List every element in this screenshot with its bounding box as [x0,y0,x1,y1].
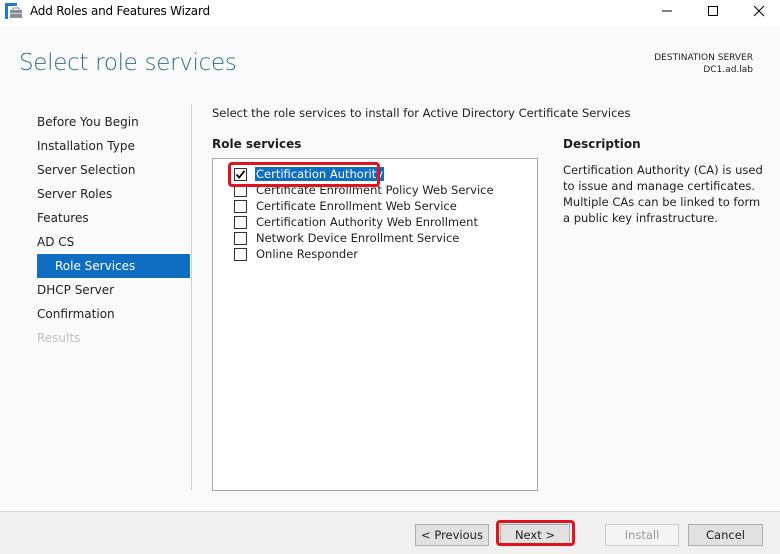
destination-server-label: DESTINATION SERVER [654,53,753,63]
role-service-network-device-enrollment[interactable]: Network Device Enrollment Service [234,230,460,246]
wizard-app-icon [5,3,23,19]
maximize-button[interactable] [690,0,736,24]
checkbox-ca-web-enrollment[interactable] [234,215,247,229]
minimize-button[interactable] [644,0,690,24]
title-bar: Add Roles and Features Wizard [0,0,780,26]
description-heading: Description [563,137,641,151]
nav-item-confirmation[interactable]: Confirmation [37,302,197,326]
nav-item-server-roles[interactable]: Server Roles [37,182,197,206]
nav-item-before-you-begin[interactable]: Before You Begin [37,110,197,134]
cancel-button[interactable]: Cancel [688,524,763,546]
destination-server-info: DESTINATION SERVER DC1.ad.lab [654,52,753,76]
role-services-heading: Role services [212,137,302,151]
nav-item-installation-type[interactable]: Installation Type [37,134,197,158]
close-icon [753,5,765,20]
window-title: Add Roles and Features Wizard [30,4,210,18]
wizard-nav: Before You Begin Installation Type Serve… [37,110,197,350]
description-text: Certification Authority (CA) is used to … [563,163,763,225]
role-service-label: Certification Authority Web Enrollment [256,215,478,229]
previous-button[interactable]: < Previous [415,524,489,546]
nav-divider [191,104,192,490]
destination-server-name: DC1.ad.lab [703,65,753,75]
nav-item-ad-cs[interactable]: AD CS [37,230,197,254]
nav-item-dhcp-server[interactable]: DHCP Server [37,278,197,302]
nav-item-role-services[interactable]: Role Services [37,254,190,278]
annotation-highlight-certification-authority [228,162,380,187]
wizard-footer: < Previous Next > Install Cancel [0,511,780,554]
nav-item-server-selection[interactable]: Server Selection [37,158,197,182]
intro-text: Select the role services to install for … [212,106,631,120]
install-button: Install [605,524,679,546]
annotation-highlight-next [496,520,575,546]
role-services-list[interactable]: Certification Authority Certificate Enro… [212,158,538,491]
checkbox-network-device-enrollment[interactable] [234,231,247,245]
wizard-content: Select role services DESTINATION SERVER … [0,26,780,511]
checkbox-enrollment-web-service[interactable] [234,199,247,213]
role-service-online-responder[interactable]: Online Responder [234,246,359,262]
role-service-ca-web-enrollment[interactable]: Certification Authority Web Enrollment [234,214,479,230]
role-service-label: Online Responder [256,247,359,261]
role-service-enrollment-web-service[interactable]: Certificate Enrollment Web Service [234,198,458,214]
page-title: Select role services [19,50,237,76]
close-button[interactable] [736,0,780,24]
role-service-label: Certificate Enrollment Web Service [256,199,457,213]
role-service-label: Network Device Enrollment Service [256,231,460,245]
checkbox-online-responder[interactable] [234,247,247,261]
nav-item-features[interactable]: Features [37,206,197,230]
maximize-icon [707,5,719,20]
nav-item-results: Results [37,331,81,345]
minimize-icon [661,5,673,20]
